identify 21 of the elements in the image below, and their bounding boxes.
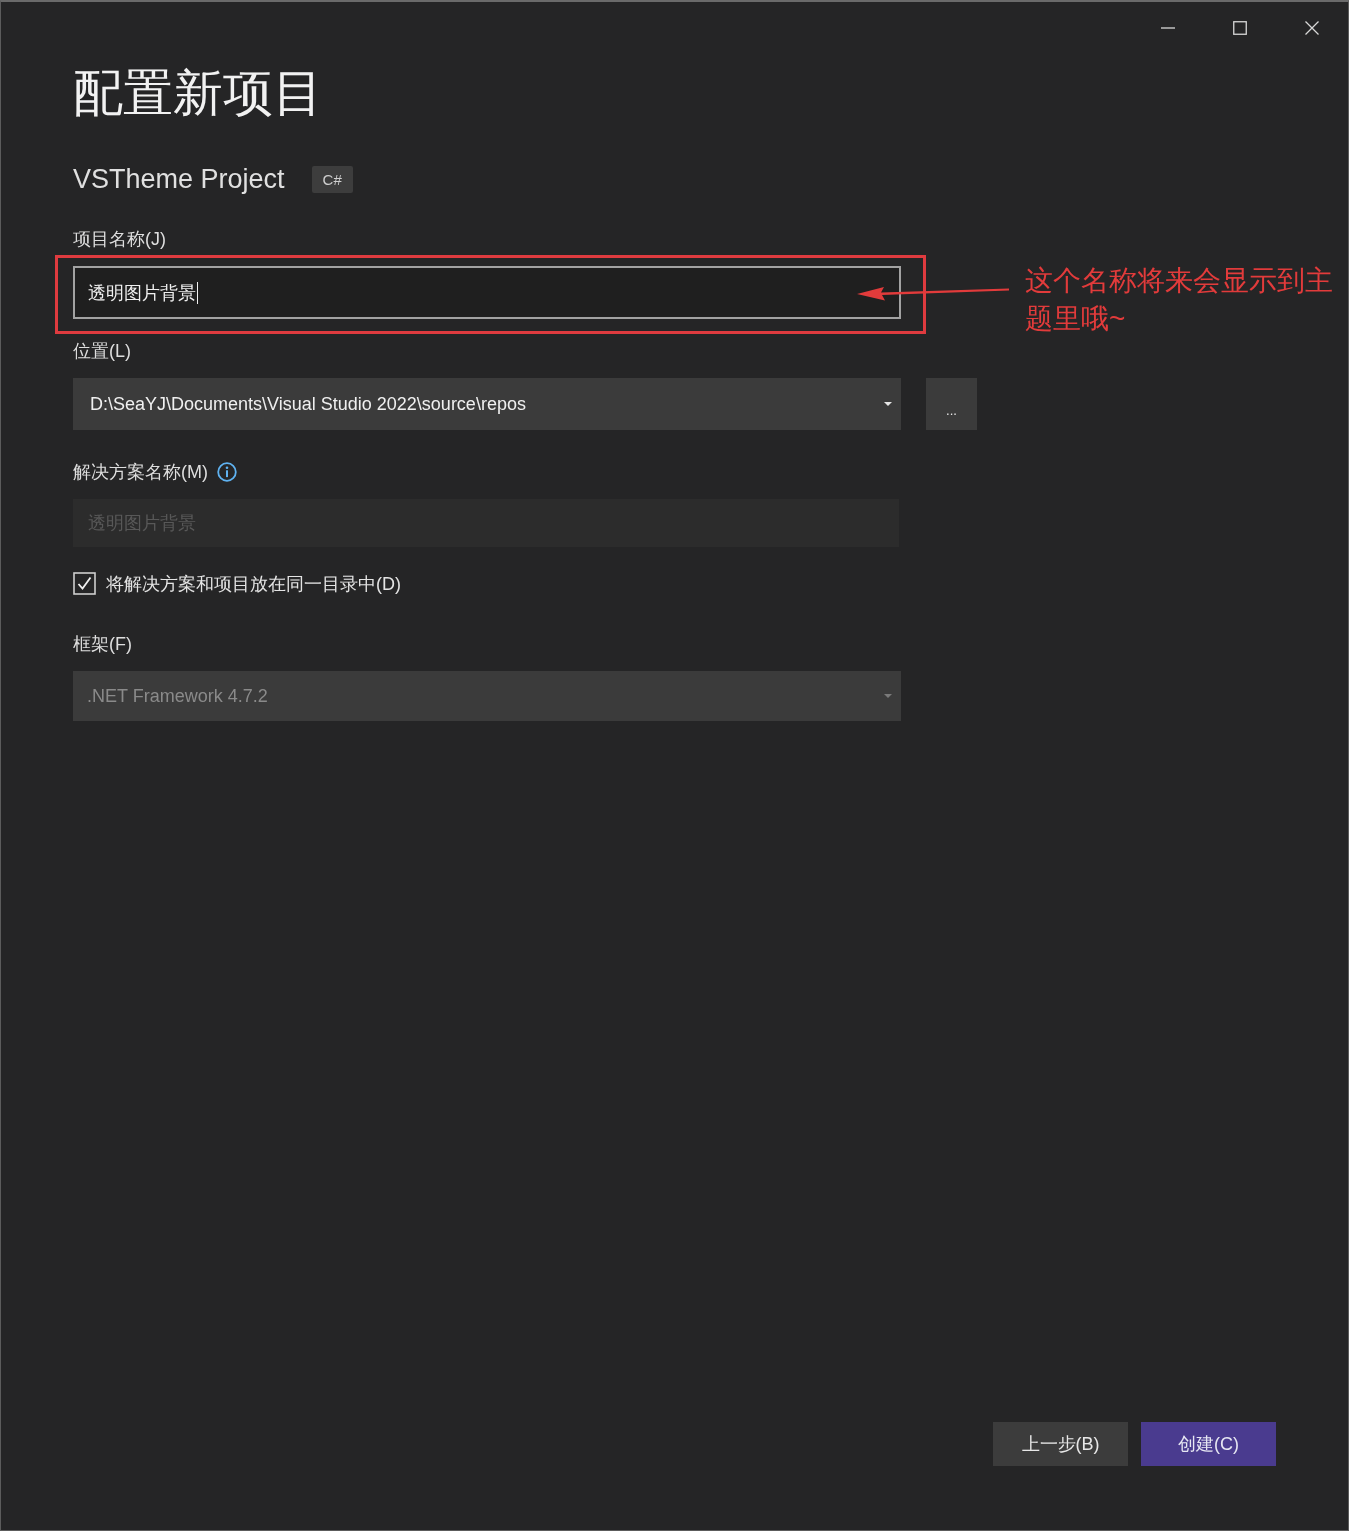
back-button[interactable]: 上一步(B) [993, 1422, 1128, 1466]
checkbox-label: 将解决方案和项目放在同一目录中(D) [106, 572, 401, 596]
field-label: 位置(L) [73, 340, 131, 363]
dropdown[interactable]: D:\SeaYJ\Documents\Visual Studio 2022\source\repos [73, 378, 901, 430]
language-badge: C# [311, 165, 353, 193]
maximize-icon [1233, 21, 1247, 35]
text-cursor [197, 281, 198, 304]
close-icon [1305, 21, 1319, 35]
project-name: VSTheme Project [73, 163, 285, 196]
caret-icon [884, 402, 892, 406]
checkbox[interactable] [73, 572, 96, 595]
field-label: 项目名称(J) [73, 228, 166, 251]
caret-icon [884, 694, 892, 698]
dropdown: .NET Framework 4.7.2 [73, 671, 901, 721]
field-label: 框架(F) [73, 633, 132, 656]
browse-button[interactable]: ... [926, 378, 977, 430]
text-field[interactable]: 透明图片背景 [73, 266, 901, 319]
annotation-text: 这个名称将来会显示到主题里哦~ [1025, 264, 1334, 336]
create-button[interactable]: 创建(C) [1141, 1422, 1276, 1466]
field-label: 解决方案名称(M) [73, 461, 208, 484]
page-title: 配置新项目 [73, 64, 323, 123]
